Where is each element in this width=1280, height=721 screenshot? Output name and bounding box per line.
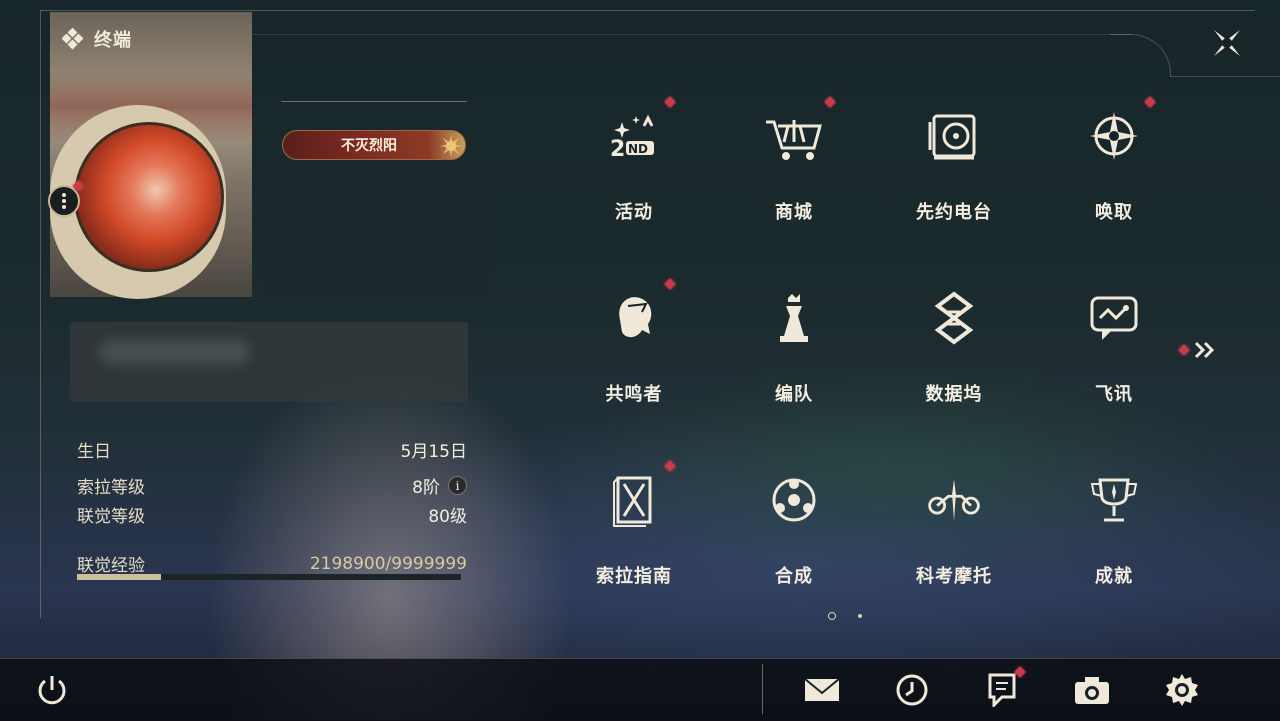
signature-blurred-panel (70, 322, 468, 402)
menu-item-label: 索拉指南 (596, 566, 672, 587)
svg-text:2: 2 (610, 137, 625, 162)
menu-item-label: 先约电台 (916, 202, 992, 223)
union-level-label: 联觉等级 (77, 507, 145, 527)
synthesis-icon (764, 470, 824, 530)
menu-item-resonators[interactable]: 共鸣者 (584, 274, 684, 416)
menu-item-shop[interactable]: 商城 (744, 92, 844, 234)
alert-dot (664, 460, 676, 472)
blurred-region (265, 170, 485, 288)
menu-item-messages[interactable]: 飞讯 (1064, 274, 1164, 416)
menu-item-convene[interactable]: 唤取 (1064, 92, 1164, 234)
sun-burst-icon (440, 135, 462, 157)
frame-right-line (1170, 76, 1280, 77)
page-title: 终端 (94, 30, 132, 51)
menu-item-label: 成就 (1095, 566, 1133, 587)
sola-level-row: 索拉等级 8阶 i (77, 473, 467, 498)
resonator-head-icon (604, 288, 664, 348)
union-exp-progress-fill (77, 574, 162, 580)
notice-icon (988, 673, 1016, 707)
union-level-row: 联觉等级 80级 (77, 502, 467, 527)
power-icon (38, 676, 66, 705)
event-2nd-anniversary-icon: 2 ND (604, 106, 664, 166)
menu-item-label: 飞讯 (1095, 384, 1133, 405)
mail-icon (804, 678, 840, 701)
message-chat-icon (1084, 288, 1144, 348)
info-icon[interactable]: i (448, 476, 467, 495)
avatar[interactable] (74, 122, 224, 272)
sola-level-value: 8阶 (412, 478, 440, 498)
close-button[interactable] (1208, 24, 1246, 62)
union-exp-row: 联觉经验 2198900/9999999 (77, 551, 467, 577)
motorcycle-icon (924, 470, 984, 530)
clock-button[interactable] (892, 670, 932, 710)
camera-button[interactable] (1072, 670, 1112, 710)
birthday-value: 5月15日 (400, 442, 467, 462)
union-exp-value: 2198900/9999999 (309, 553, 467, 574)
sola-level-label: 索拉等级 (77, 478, 145, 498)
menu-item-label: 商城 (775, 202, 813, 223)
page-dot[interactable] (858, 614, 862, 618)
bottom-divider (762, 664, 763, 714)
menu-item-label: 唤取 (1095, 202, 1133, 223)
title-badge[interactable]: 不灭烈阳 (282, 130, 466, 160)
shop-cart-icon (764, 106, 824, 166)
menu-item-achievements[interactable]: 成就 (1064, 456, 1164, 598)
notice-button[interactable] (982, 666, 1026, 710)
close-icon (1214, 30, 1240, 56)
frame-inner-line (252, 34, 1132, 35)
birthday-row: 生日 5月15日 (77, 437, 467, 462)
settings-icon (1166, 674, 1198, 706)
data-bank-icon (924, 288, 984, 348)
union-exp-progress-bar (77, 574, 461, 580)
svg-text:ND: ND (628, 142, 648, 156)
page-indicator (828, 612, 862, 620)
page-dot-active[interactable] (828, 612, 836, 620)
trophy-icon (1084, 470, 1144, 530)
camera-icon (1075, 677, 1109, 704)
chess-team-icon (764, 288, 824, 348)
title-badge-label: 不灭烈阳 (341, 138, 397, 154)
next-page-button[interactable] (1178, 340, 1216, 360)
badge-divider (281, 101, 467, 102)
menu-item-label: 科考摩托 (916, 566, 992, 587)
terminal-diamond-icon (62, 28, 84, 50)
frame-top-line (40, 10, 1255, 11)
settings-button[interactable] (1162, 670, 1202, 710)
alert-dot (664, 96, 676, 108)
clock-icon (896, 674, 928, 706)
alert-dot (1178, 344, 1190, 356)
menu-item-radio[interactable]: 先约电台 (904, 92, 1004, 234)
summon-compass-icon (1084, 106, 1144, 166)
power-button[interactable] (32, 670, 72, 710)
radio-icon (924, 106, 984, 166)
union-exp-label: 联觉经验 (77, 556, 145, 576)
alert-dot (664, 278, 676, 290)
menu-item-label: 数据坞 (925, 384, 983, 405)
menu-item-label: 编队 (775, 384, 813, 405)
menu-item-team[interactable]: 编队 (744, 274, 844, 416)
alert-dot (824, 96, 836, 108)
menu-item-data-bank[interactable]: 数据坞 (904, 274, 1004, 416)
mail-button[interactable] (802, 670, 842, 710)
menu-item-synthesis[interactable]: 合成 (744, 456, 844, 598)
menu-item-label: 活动 (615, 202, 653, 223)
menu-item-motorcycle[interactable]: 科考摩托 (904, 456, 1004, 598)
birthday-label: 生日 (77, 442, 111, 462)
sola-level-value-group: 8阶 i (412, 473, 467, 498)
page-header: 终端 (62, 26, 132, 52)
frame-left-line (40, 10, 41, 618)
double-chevron-right-icon (1194, 341, 1215, 359)
union-level-value: 80级 (428, 507, 467, 527)
menu-item-label: 共鸣者 (605, 384, 663, 405)
menu-item-guidebook[interactable]: 索拉指南 (584, 456, 684, 598)
guidebook-icon (604, 470, 664, 530)
menu-item-activity[interactable]: 2 ND 活动 (584, 92, 684, 234)
menu-item-label: 合成 (775, 566, 813, 587)
alert-dot (1144, 96, 1156, 108)
